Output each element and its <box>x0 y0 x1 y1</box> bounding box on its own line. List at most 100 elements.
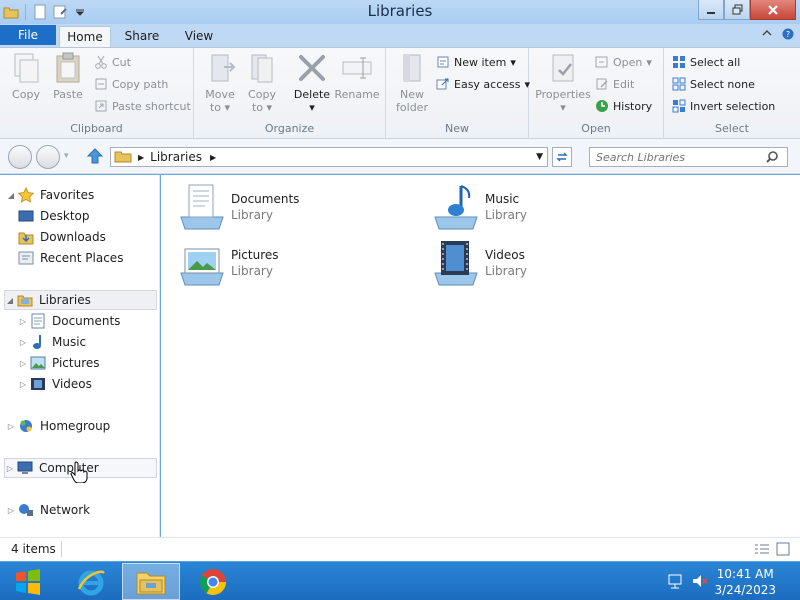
library-name: Documents <box>231 192 300 206</box>
expand-arrow-icon[interactable]: ▷ <box>18 380 28 389</box>
breadcrumb-chevron-icon[interactable]: ▶ <box>138 153 144 162</box>
properties-button[interactable]: Properties ▾ <box>535 52 591 114</box>
breadcrumb-chevron-icon[interactable]: ▶ <box>210 153 216 162</box>
restore-button[interactable] <box>724 0 750 20</box>
history-icon <box>595 99 609 113</box>
invert-selection-label: Invert selection <box>690 99 776 113</box>
taskbar: 10:41 AM 3/24/2023 <box>0 561 800 600</box>
new-folder-label-1: New <box>400 88 424 101</box>
cut-button[interactable]: Cut <box>94 53 131 71</box>
copy-to-button[interactable]: Copy to ▾ <box>240 52 284 114</box>
minimize-button[interactable] <box>698 0 724 20</box>
chevron-down-icon: ▾ <box>309 101 315 114</box>
nav-item-pictures[interactable]: ▷ Pictures <box>18 353 100 373</box>
nav-item-favorites[interactable]: ◢ Favorites <box>6 185 94 205</box>
address-row: ▾ ▶ Libraries ▶ ▼ <box>0 139 800 174</box>
close-button[interactable] <box>750 0 796 20</box>
chevron-down-icon: ▾ <box>510 55 516 69</box>
nav-item-libraries[interactable]: ◢ Libraries <box>4 290 157 310</box>
up-arrow-icon[interactable] <box>86 147 104 168</box>
nav-label: Documents <box>52 314 121 328</box>
volume-muted-icon[interactable] <box>691 572 709 593</box>
taskbar-file-explorer[interactable] <box>122 563 180 600</box>
paste-shortcut-label: Paste shortcut <box>112 99 191 113</box>
nav-item-videos[interactable]: ▷ Videos <box>18 374 92 394</box>
breadcrumb-libraries[interactable]: Libraries <box>150 150 202 164</box>
expand-arrow-icon[interactable]: ▷ <box>18 338 28 347</box>
expand-arrow-icon[interactable]: ▷ <box>6 422 16 431</box>
forward-button[interactable] <box>36 145 60 169</box>
select-all-button[interactable]: Select all <box>672 53 740 71</box>
search-icon[interactable] <box>765 150 779 167</box>
new-item-button[interactable]: New item ▾ <box>436 53 516 71</box>
open-button[interactable]: Open ▾ <box>595 53 652 71</box>
nav-item-music[interactable]: ▷ Music <box>18 332 86 352</box>
select-none-label: Select none <box>690 77 755 91</box>
tab-share[interactable]: Share <box>120 26 164 47</box>
chevron-up-icon[interactable] <box>762 28 772 38</box>
nav-item-network[interactable]: ▷ Network <box>6 500 90 520</box>
delete-button[interactable]: Delete ▾ <box>290 52 334 114</box>
address-dropdown-icon[interactable]: ▼ <box>536 152 543 162</box>
documents-icon <box>30 313 46 329</box>
address-bar[interactable]: ▶ Libraries ▶ ▼ <box>110 147 548 167</box>
desktop-icon <box>18 208 34 224</box>
system-clock[interactable]: 10:41 AM 3/24/2023 <box>714 566 776 598</box>
expand-arrow-icon[interactable]: ▷ <box>5 464 15 473</box>
tab-view[interactable]: View <box>178 26 220 47</box>
recent-locations-chevron-icon[interactable]: ▾ <box>64 151 69 161</box>
recent-places-icon <box>18 250 34 266</box>
taskbar-chrome[interactable] <box>184 563 242 600</box>
search-input[interactable] <box>590 148 760 166</box>
taskbar-internet-explorer[interactable] <box>62 563 120 600</box>
copy-icon <box>10 52 42 84</box>
expand-arrow-icon[interactable]: ▷ <box>18 317 28 326</box>
library-type: Library <box>485 208 527 222</box>
details-view-icon[interactable] <box>754 542 770 559</box>
history-button[interactable]: History <box>595 97 652 115</box>
library-item-pictures[interactable]: Pictures Library <box>175 237 415 289</box>
library-type: Library <box>231 208 273 222</box>
nav-label: Favorites <box>40 188 95 202</box>
nav-item-desktop[interactable]: Desktop <box>18 206 90 226</box>
move-to-button[interactable]: Move to ▾ <box>198 52 242 114</box>
refresh-button[interactable] <box>552 147 572 167</box>
library-item-music[interactable]: Music Library <box>429 181 669 233</box>
expand-arrow-icon[interactable]: ▷ <box>18 359 28 368</box>
search-box <box>589 147 788 167</box>
help-icon[interactable]: ? <box>782 28 794 40</box>
new-folder-button[interactable]: New folder <box>390 52 434 114</box>
scissors-icon <box>94 55 108 69</box>
invert-selection-button[interactable]: Invert selection <box>672 97 775 115</box>
edit-button[interactable]: Edit <box>595 75 634 93</box>
copy-button[interactable]: Copy <box>4 52 48 101</box>
divider <box>61 541 62 557</box>
copy-path-icon <box>94 77 108 91</box>
library-item-videos[interactable]: Videos Library <box>429 237 669 289</box>
expand-arrow-icon[interactable]: ▷ <box>6 506 16 515</box>
paste-button[interactable]: Paste <box>46 52 90 101</box>
copy-label: Copy <box>12 88 40 101</box>
back-button[interactable] <box>8 145 32 169</box>
expand-arrow-icon[interactable]: ◢ <box>6 191 16 200</box>
copy-path-button[interactable]: Copy path <box>94 75 168 93</box>
expand-arrow-icon[interactable]: ◢ <box>5 296 15 305</box>
paste-shortcut-button[interactable]: Paste shortcut <box>94 97 191 115</box>
network-status-icon[interactable] <box>667 572 685 593</box>
rename-button[interactable]: Rename <box>334 52 380 101</box>
library-item-documents[interactable]: Documents Library <box>175 181 415 233</box>
large-icons-view-icon[interactable] <box>776 542 790 559</box>
select-none-button[interactable]: Select none <box>672 75 755 93</box>
easy-access-button[interactable]: Easy access ▾ <box>436 75 530 93</box>
nav-item-downloads[interactable]: Downloads <box>18 227 106 247</box>
start-button[interactable] <box>0 563 56 600</box>
restore-icon <box>732 4 742 15</box>
tab-file[interactable]: File <box>0 25 56 45</box>
nav-item-documents[interactable]: ▷ Documents <box>18 311 120 331</box>
nav-item-homegroup[interactable]: ▷ Homegroup <box>6 416 110 436</box>
open-group-label: Open <box>581 122 611 135</box>
copy-to-label-1: Copy <box>248 88 276 101</box>
tab-home[interactable]: Home <box>59 26 111 47</box>
nav-label: Libraries <box>39 293 91 307</box>
nav-item-recent-places[interactable]: Recent Places <box>18 248 123 268</box>
